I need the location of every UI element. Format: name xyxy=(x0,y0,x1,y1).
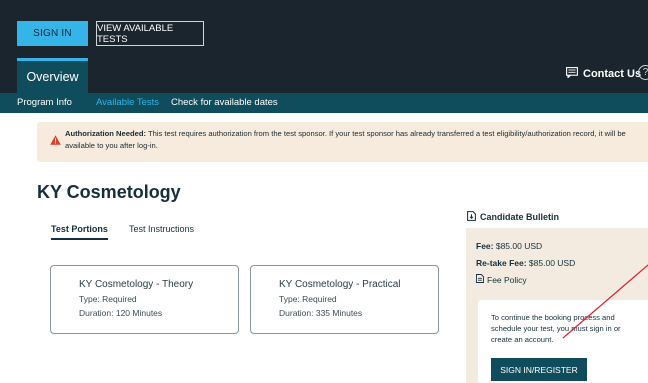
retake-fee-value: $85.00 USD xyxy=(526,258,576,268)
question-circle-icon[interactable]: ? xyxy=(638,65,648,80)
candidate-bulletin-label: Candidate Bulletin xyxy=(480,212,560,222)
authorization-alert: Authorization Needed: This test requires… xyxy=(37,122,648,162)
sign-in-button[interactable]: SIGN IN xyxy=(17,21,88,46)
fee-row: Fee: $85.00 USD xyxy=(476,241,542,251)
page-title: KY Cosmetology xyxy=(37,182,181,202)
document-icon xyxy=(476,274,484,285)
subnav-available-tests[interactable]: Available Tests xyxy=(96,97,159,108)
card-type: Type: Required xyxy=(79,294,137,304)
subnav-program-info[interactable]: Program Info xyxy=(17,97,72,108)
alert-body: This test requires authorization from th… xyxy=(65,129,626,150)
alert-title: Authorization Needed: xyxy=(65,129,146,138)
fee-panel: Fee: $85.00 USD Re-take Fee: $85.00 USD … xyxy=(466,228,648,383)
sub-navigation: Program Info Available Tests Check for a… xyxy=(0,93,648,113)
chat-icon xyxy=(566,67,578,81)
sign-in-message: To continue the booking process and sche… xyxy=(491,313,621,344)
sign-in-register-button[interactable]: SIGN IN/REGISTER xyxy=(491,358,587,381)
fee-policy-label: Fee Policy xyxy=(487,274,527,285)
document-download-icon xyxy=(467,211,476,223)
card-type: Type: Required xyxy=(279,294,337,304)
alert-message: Authorization Needed: This test requires… xyxy=(65,128,648,152)
card-title: KY Cosmetology - Practical xyxy=(279,279,401,290)
card-title: KY Cosmetology - Theory xyxy=(79,279,194,290)
card-duration: Duration: 335 Minutes xyxy=(279,308,363,318)
fee-policy-link[interactable]: Fee Policy xyxy=(476,274,527,285)
contact-us-label: Contact Us xyxy=(583,68,642,80)
candidate-bulletin-link[interactable]: Candidate Bulletin xyxy=(467,211,559,223)
test-card-practical[interactable]: KY Cosmetology - Practical Type: Require… xyxy=(250,265,439,334)
tab-test-instructions[interactable]: Test Instructions xyxy=(129,224,194,234)
sign-in-prompt-box: To continue the booking process and sche… xyxy=(478,300,648,383)
test-card-theory[interactable]: KY Cosmetology - Theory Type: Required D… xyxy=(50,265,239,334)
top-header: SIGN IN VIEW AVAILABLE TESTS Overview Co… xyxy=(0,0,648,93)
retake-fee-label: Re-take Fee: xyxy=(476,258,527,268)
view-available-tests-button[interactable]: VIEW AVAILABLE TESTS xyxy=(96,21,204,46)
warning-triangle-icon xyxy=(50,135,61,145)
card-duration: Duration: 120 Minutes xyxy=(79,308,163,318)
fee-label: Fee: xyxy=(476,241,494,251)
tab-test-portions[interactable]: Test Portions xyxy=(51,224,108,240)
fee-value: $85.00 USD xyxy=(493,241,543,251)
contact-us-link[interactable]: Contact Us xyxy=(566,67,641,81)
subnav-check-dates[interactable]: Check for available dates xyxy=(171,97,278,108)
tab-overview[interactable]: Overview xyxy=(17,58,88,93)
retake-fee-row: Re-take Fee: $85.00 USD xyxy=(476,258,575,268)
